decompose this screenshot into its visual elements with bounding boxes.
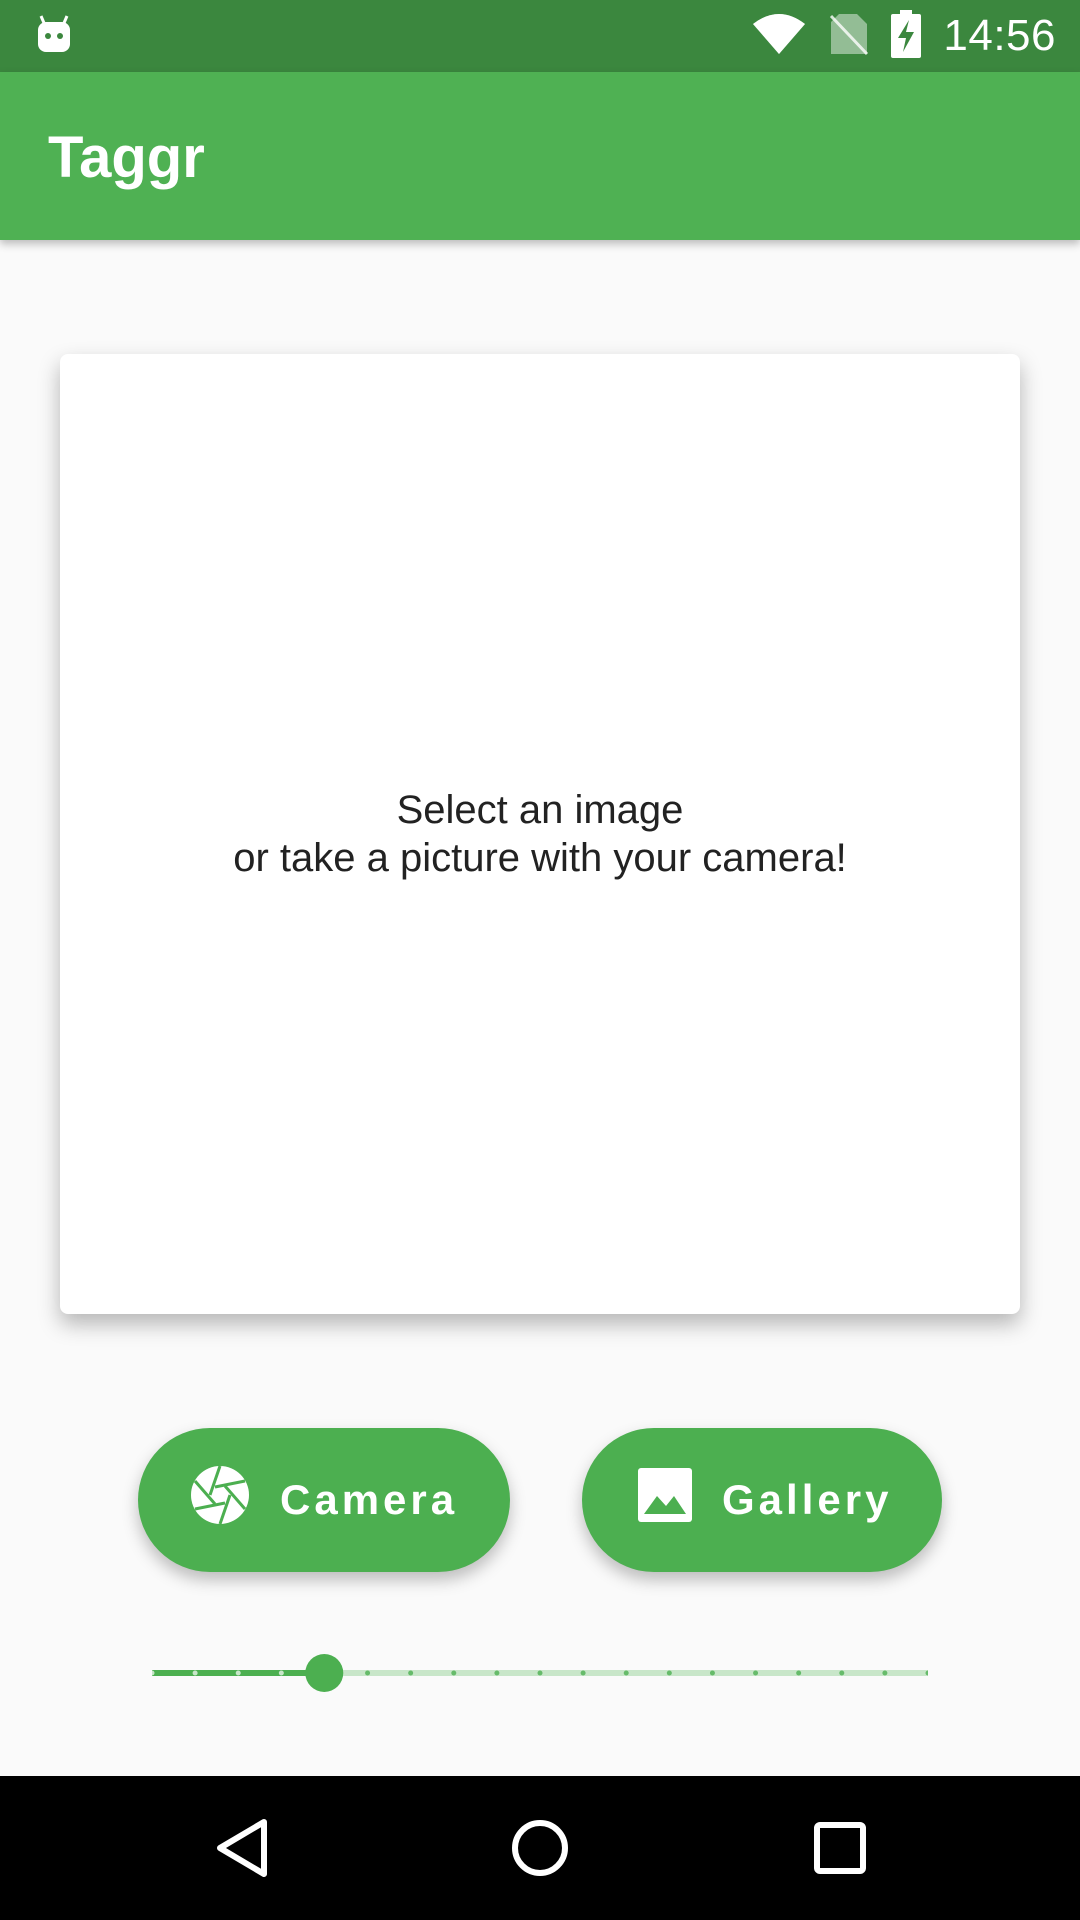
- app-title: Taggr: [48, 125, 205, 190]
- slider-tick: [451, 1670, 457, 1676]
- back-icon[interactable]: [214, 1816, 270, 1885]
- slider-tick: [753, 1670, 759, 1676]
- placeholder-line-2: or take a picture with your camera!: [233, 836, 847, 880]
- gallery-button[interactable]: Gallery: [582, 1428, 942, 1572]
- slider-tick: [882, 1670, 888, 1676]
- navigation-bar: [0, 1776, 1080, 1920]
- slider-tick: [278, 1670, 284, 1676]
- camera-button[interactable]: Camera: [138, 1428, 510, 1572]
- no-sim-icon: [829, 12, 869, 61]
- slider-thumb[interactable]: [305, 1654, 344, 1692]
- slider-tick: [796, 1670, 802, 1676]
- slider-tick: [580, 1670, 586, 1676]
- image-preview-card: Select an image or take a picture with y…: [60, 354, 1020, 1314]
- status-time: 14:56: [943, 11, 1056, 60]
- slider-tick: [839, 1670, 845, 1676]
- slider-tick: [408, 1670, 414, 1676]
- slider-tick: [365, 1670, 371, 1676]
- threshold-slider[interactable]: [149, 1648, 931, 1698]
- gallery-button-label: Gallery: [722, 1476, 893, 1523]
- wifi-icon: [751, 12, 807, 61]
- image-icon: [638, 1468, 692, 1532]
- home-icon[interactable]: [510, 1816, 570, 1885]
- recents-icon[interactable]: [812, 1816, 868, 1885]
- slider-tick: [623, 1670, 629, 1676]
- slider-tick: [709, 1670, 715, 1676]
- slider-tick: [666, 1670, 672, 1676]
- camera-button-label: Camera: [280, 1476, 459, 1523]
- image-placeholder-text: Select an image or take a picture with y…: [233, 786, 847, 882]
- battery-charging-icon: [891, 9, 922, 63]
- slider-tick: [494, 1670, 500, 1676]
- android-icon: [36, 14, 72, 59]
- slider-tick: [235, 1670, 241, 1676]
- app-bar: Taggr: [0, 72, 1080, 240]
- slider-tick: [537, 1670, 543, 1676]
- status-bar: 14:56: [0, 0, 1080, 72]
- placeholder-line-1: Select an image: [396, 788, 684, 832]
- slider-tick: [192, 1670, 198, 1676]
- camera-shutter-icon: [190, 1465, 250, 1535]
